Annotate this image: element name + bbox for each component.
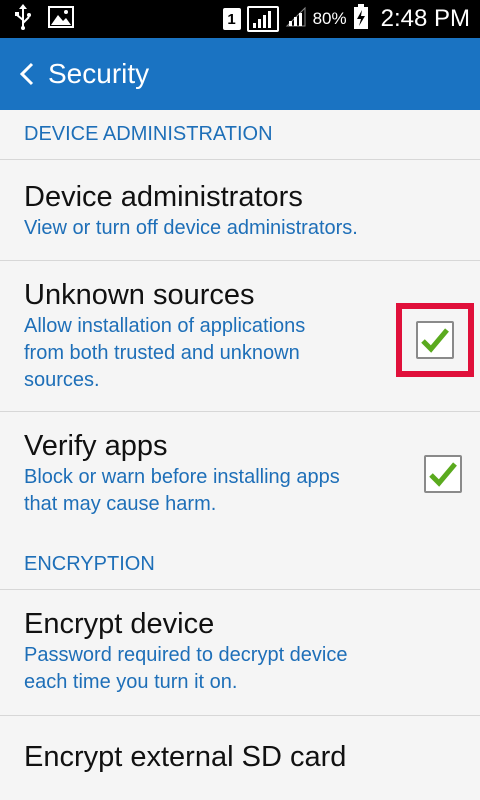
verify-apps-title: Verify apps <box>24 430 168 462</box>
encrypt-sd-card-item[interactable]: Encrypt external SD card <box>0 717 480 800</box>
verify-apps-subtitle-line-1: Block or warn before installing apps <box>24 466 340 488</box>
battery-charging-icon <box>353 3 369 35</box>
usb-icon <box>14 3 32 35</box>
encrypt-device-subtitle-line-1: Password required to decrypt device <box>24 644 348 666</box>
status-bar: 1 80% 2:48 PM <box>0 0 480 38</box>
section-header-device-administration: DEVICE ADMINISTRATION <box>0 110 480 160</box>
checkmark-icon <box>421 328 449 353</box>
sim-slot-badge: 1 <box>222 8 241 30</box>
encrypt-device-subtitle-line-2: each time you turn it on. <box>24 671 238 693</box>
unknown-sources-checkbox[interactable] <box>416 321 454 359</box>
verify-apps-subtitle-line-2: that may cause harm. <box>24 493 217 515</box>
page-title: Security <box>48 58 150 89</box>
device-administrators-subtitle: View or turn off device administrators. <box>24 217 358 239</box>
battery-percent: 80% <box>312 9 347 28</box>
status-bar-right: 1 80% 2:48 PM <box>222 0 470 38</box>
signal-strength-icon <box>246 6 279 32</box>
encrypt-device-item[interactable]: Encrypt device Password required to decr… <box>0 591 480 716</box>
encrypt-sd-card-title: Encrypt external SD card <box>24 741 347 773</box>
gallery-icon <box>48 5 74 33</box>
checkmark-icon <box>429 462 457 487</box>
back-arrow-icon[interactable] <box>12 38 42 110</box>
section-header-encryption: ENCRYPTION <box>0 540 480 590</box>
device-administrators-item[interactable]: Device administrators View or turn off d… <box>0 161 480 261</box>
encrypt-device-title: Encrypt device <box>24 608 215 640</box>
status-bar-left <box>14 0 74 38</box>
action-bar: Security <box>0 38 480 110</box>
status-time: 2:48 PM <box>380 5 470 32</box>
verify-apps-item[interactable]: Verify apps Block or warn before install… <box>0 413 480 550</box>
signal-strength-icon-secondary <box>285 6 307 33</box>
device-administrators-title: Device administrators <box>24 181 303 213</box>
verify-apps-checkbox[interactable] <box>424 455 462 493</box>
